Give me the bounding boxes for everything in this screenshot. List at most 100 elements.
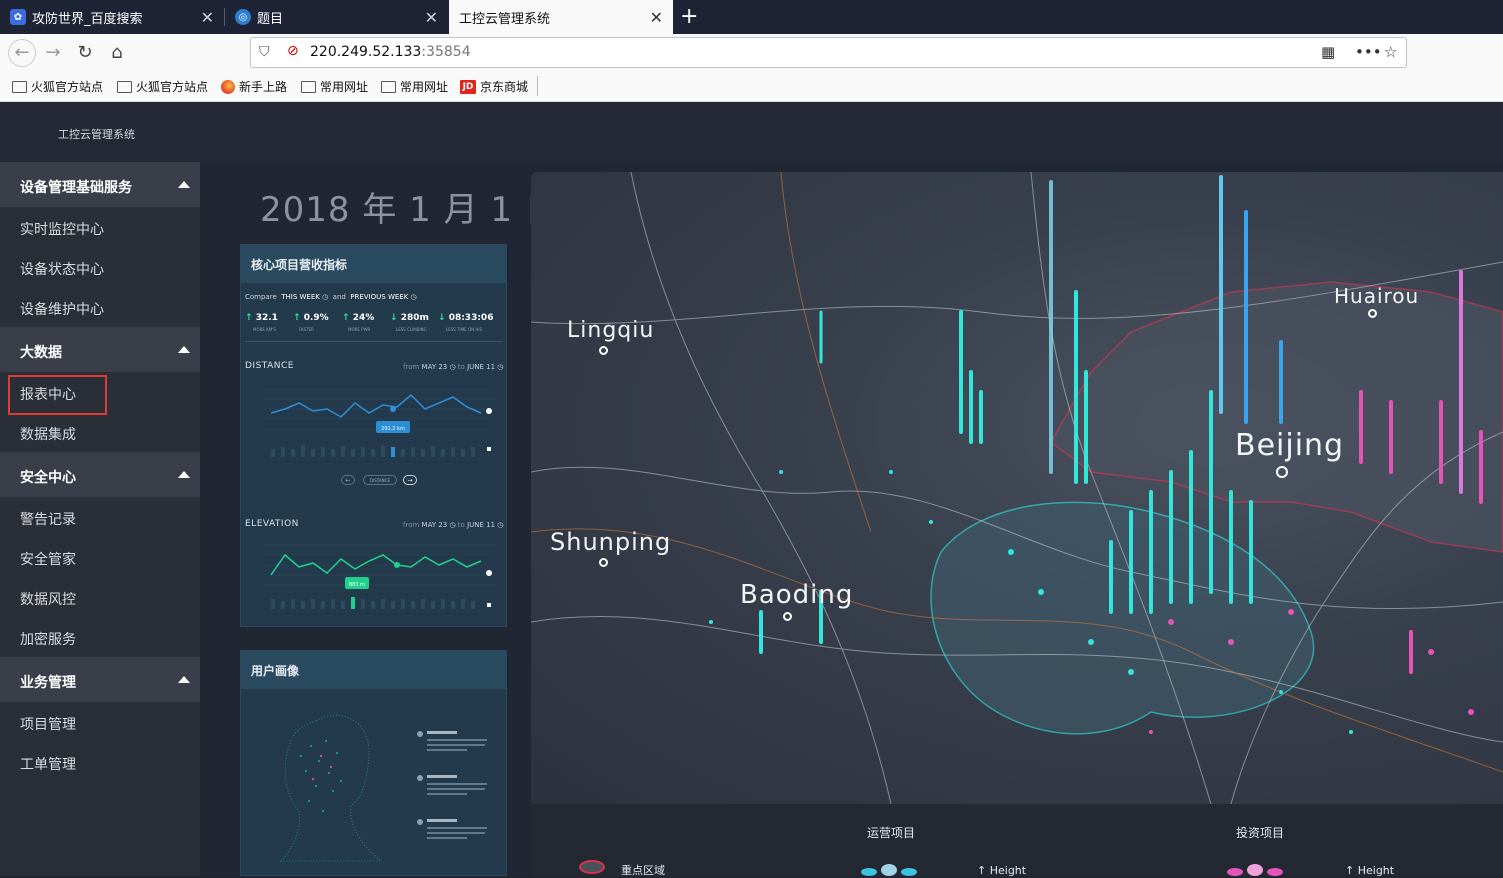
caret-up-icon [178,346,190,353]
sidebar-item-data-risk[interactable]: 数据风控 [0,577,200,617]
distance-line-chart: 291.2 km [263,388,495,457]
stat-value: ↑ 32.1 [245,313,278,323]
3d-map-visualization: Lingqiu Huairou Beijing Shunping Baoding [531,172,1503,804]
insecure-lock-icon[interactable]: ⊘ [287,43,299,59]
bookmark-link[interactable]: JD 京东商城 [460,78,528,95]
sidebar-item-realtime-monitor[interactable]: 实时监控中心 [0,207,200,247]
distance-button[interactable]: DISTANCE [363,475,397,485]
sidebar-group-device-mgmt[interactable]: 设备管理基础服务 [0,162,200,207]
new-tab-icon[interactable]: + [680,4,698,29]
app-header: 工控云管理系统 [0,102,1503,162]
stat-label: MORE PWR [348,327,371,332]
stat-label: FASTER [299,327,314,332]
sidebar-group-bigdata[interactable]: 大数据 [0,327,200,372]
city-marker [1368,309,1377,318]
panel-title: 核心项目营收指标 [241,245,506,283]
elevation-line-chart: 883 m [263,544,495,609]
sidebar-item-device-status[interactable]: 设备状态中心 [0,247,200,287]
prev-icon[interactable]: ← [341,475,355,485]
folder-icon [301,80,316,93]
face-scan-graphic [279,714,383,862]
close-tab-icon[interactable]: ✕ [650,8,663,27]
feed-item [417,775,497,801]
height-label-invest: ↑ Height [1345,864,1395,877]
back-icon[interactable]: ← [8,39,36,67]
sidebar: 设备管理基础服务 实时监控中心 设备状态中心 设备维护中心 大数据 报表中心 数… [0,162,200,876]
sidebar-item-work-orders[interactable]: 工单管理 [0,742,200,782]
bookmark-folder[interactable]: 常用网址 [381,78,448,95]
height-label-ops: ↑ Height [977,864,1027,877]
stat-value: ↑ 24% [342,313,375,323]
caret-up-icon [178,676,190,683]
close-tab-icon[interactable]: ✕ [425,8,438,27]
key-area-swatch [579,860,605,874]
bookmark-folder[interactable]: 火狐官方站点 [12,78,103,95]
feed-item [417,819,497,845]
ops-projects-title: 运营项目 [867,826,916,840]
invest-cylinders-icon [1227,862,1297,876]
sidebar-group-security[interactable]: 安全中心 [0,452,200,497]
app-title: 工控云管理系统 [58,128,135,141]
sidebar-item-data-integration[interactable]: 数据集成 [0,412,200,452]
sidebar-item-device-maintenance[interactable]: 设备维护中心 [0,287,200,327]
url-text[interactable]: 220.249.52.133:35854 [310,44,471,60]
distance-label: DISTANCE [245,361,294,371]
sidebar-item-projects[interactable]: 项目管理 [0,702,200,742]
stat-label: LESS TIME ON HIS [446,327,483,332]
main-content: 2018 年 1 月 1 日 核心项目营收指标 Compare THIS WEE… [200,162,1503,877]
invest-projects-title: 投资项目 [1236,826,1285,840]
sidebar-item-encryption[interactable]: 加密服务 [0,617,200,657]
stat-value: ↑ 0.9% [293,313,329,323]
bookmark-star-icon[interactable]: ☆ [1384,43,1397,61]
browser-tab-bar: ✿ 攻防世界_百度搜索 ✕ ◎ 题目 ✕ 工控云管理系统 ✕ + [0,0,1503,34]
tab-title: 工控云管理系统 [459,11,551,27]
city-label-huairou: Huairou [1334,284,1420,308]
jd-icon: JD [460,79,476,94]
feed-item [417,731,497,757]
tab-ics-cloud[interactable]: 工控云管理系统 ✕ [449,0,673,34]
home-icon[interactable]: ⌂ [104,41,130,65]
ops-cylinders-icon [861,862,931,876]
elevation-range: from MAY 23 ◷ to JUNE 11 ◷ [403,521,504,529]
stat-label: LESS CLIMBING [396,327,427,332]
svg-text:883 m: 883 m [349,582,365,588]
sidebar-group-business[interactable]: 业务管理 [0,657,200,702]
city-marker [783,612,792,621]
folder-icon [117,80,132,93]
revenue-panel: 核心项目营收指标 Compare THIS WEEK ◷ and PREVIOU… [240,244,507,627]
sidebar-item-security-manager[interactable]: 安全管家 [0,537,200,577]
elevation-label: ELEVATION [245,519,299,529]
shield-icon[interactable]: ⛉ [259,44,270,60]
url-bar[interactable]: ⛉ ⊘ 220.249.52.133:35854 ▦ ••• ☆ [250,37,1407,68]
map-legend: 运营项目 投资项目 重点区域 ↑ Height ↑ Height [531,804,1503,877]
close-tab-icon[interactable]: ✕ [201,8,214,27]
map-graphics [531,172,1503,804]
city-label-baoding: Baoding [740,580,854,610]
tab-problem[interactable]: ◎ 题目 ✕ [225,0,448,34]
tab-title: 题目 [257,11,284,27]
tab-baidu[interactable]: ✿ 攻防世界_百度搜索 ✕ [0,0,224,34]
bookmark-link[interactable]: 新手上路 [221,78,287,95]
city-label-beijing: Beijing [1235,428,1345,463]
next-icon[interactable]: → [403,475,417,485]
page-actions-icon[interactable]: ••• [1355,43,1382,61]
forward-icon[interactable]: → [40,41,66,65]
date-heading: 2018 年 1 月 1 日 [260,190,560,230]
distance-range: from MAY 23 ◷ to JUNE 11 ◷ [403,363,504,371]
sidebar-item-alert-log[interactable]: 警告记录 [0,497,200,537]
panel-title: 用户画像 [241,651,506,689]
bookmark-folder[interactable]: 常用网址 [301,78,368,95]
qr-code-icon[interactable]: ▦ [1321,43,1335,61]
user-portrait-panel: 用户画像 [240,650,507,876]
sidebar-item-report-center[interactable]: 报表中心 [0,372,200,415]
city-marker [599,346,608,355]
navigation-bar: ← → ↻ ⌂ ⛉ ⊘ 220.249.52.133:35854 ▦ ••• ☆ [0,34,1503,72]
compare-label: Compare THIS WEEK ◷ and PREVIOUS WEEK ◷ [245,293,417,301]
reload-icon[interactable]: ↻ [72,41,98,65]
stat-value: ↓ 280m [390,313,429,323]
stat-label: MORE KM'S [253,327,276,332]
bookmark-folder[interactable]: 火狐官方站点 [117,78,208,95]
baidu-icon: ✿ [10,9,26,25]
distance-toggle[interactable]: ← DISTANCE → [341,475,421,487]
folder-icon [381,80,396,93]
